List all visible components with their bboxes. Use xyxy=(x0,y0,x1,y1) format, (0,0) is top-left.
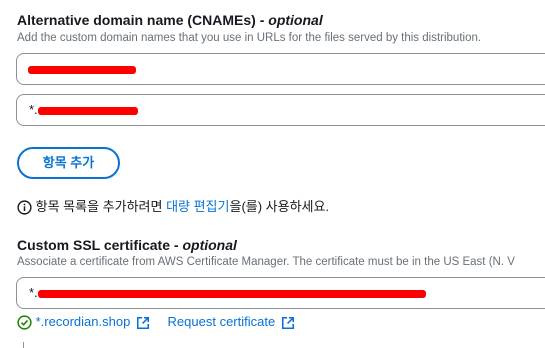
bulk-editor-link[interactable]: 대량 편집기 xyxy=(166,199,229,214)
certificate-domain-link[interactable]: *.recordian.shop xyxy=(36,314,131,329)
cname-input-2-value: *. xyxy=(29,102,38,117)
redaction-mark xyxy=(37,106,138,115)
cnames-label: Alternative domain name (CNAMEs) - optio… xyxy=(17,12,323,28)
external-link-icon[interactable] xyxy=(281,316,295,330)
info-suffix: 을(를) 사용하세요. xyxy=(229,199,330,214)
ssl-optional-text: optional xyxy=(182,237,237,253)
ssl-label-text: Custom SSL certificate xyxy=(17,237,171,253)
ssl-select-value: *. xyxy=(29,285,38,300)
cname-input-1[interactable] xyxy=(16,53,545,85)
ssl-description: Associate a certificate from AWS Certifi… xyxy=(17,256,515,268)
cnames-description: Add the custom domain names that you use… xyxy=(17,32,482,44)
redaction-mark xyxy=(37,289,426,298)
info-icon xyxy=(17,200,32,215)
cname-input-2[interactable]: *. xyxy=(16,94,545,126)
ssl-label: Custom SSL certificate - optional xyxy=(17,237,237,253)
check-circle-icon xyxy=(17,315,32,330)
info-prefix: 항목 목록을 추가하려면 xyxy=(35,199,167,214)
cnames-optional-text: optional xyxy=(268,12,323,28)
request-certificate-link[interactable]: Request certificate xyxy=(168,314,276,329)
add-item-button[interactable]: 항목 추가 xyxy=(17,147,120,179)
ssl-certificate-select[interactable]: *. xyxy=(16,277,545,309)
certificate-links: *.recordian.shop Request certificate xyxy=(17,314,295,330)
bulk-editor-info: 항목 목록을 추가하려면 대량 편집기을(를) 사용하세요. xyxy=(17,196,329,215)
redaction-mark xyxy=(28,65,136,74)
external-link-icon[interactable] xyxy=(136,316,150,330)
divider-tick xyxy=(23,342,24,348)
cnames-label-text: Alternative domain name (CNAMEs) xyxy=(17,12,256,28)
